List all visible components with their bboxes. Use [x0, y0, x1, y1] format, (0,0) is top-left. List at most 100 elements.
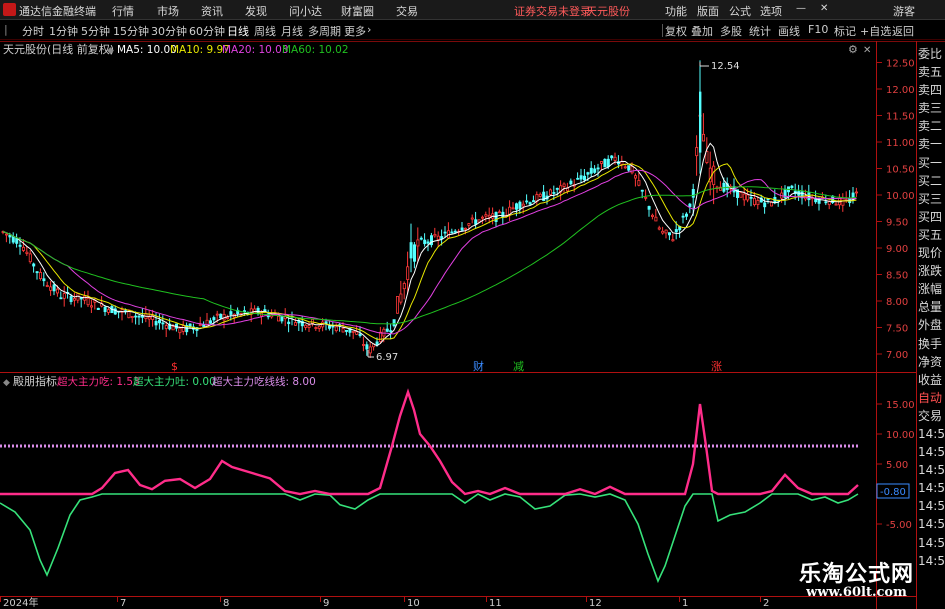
- candle-body: [392, 319, 396, 327]
- sidebar-item-turnover[interactable]: 换手: [918, 335, 945, 353]
- overlay-button[interactable]: 叠加: [691, 23, 713, 39]
- sidebar-item-outer[interactable]: 外盘: [918, 316, 945, 334]
- menu-item-hangqing[interactable]: 行情: [112, 3, 134, 19]
- tab-15min[interactable]: 15分钟: [113, 23, 149, 39]
- menu-item-jiaoyi[interactable]: 交易: [396, 3, 418, 19]
- add-favorite-button[interactable]: +自选: [860, 23, 891, 39]
- close-icon[interactable]: ✕: [820, 3, 828, 14]
- candle-body: [402, 283, 406, 290]
- sidebar-time-row: 14:56: [918, 445, 945, 460]
- candle-body: [355, 331, 359, 335]
- menu-item-caifuquan[interactable]: 财富圈: [341, 3, 374, 19]
- candle-body: [827, 201, 831, 206]
- event-marker-finance[interactable]: 财: [473, 359, 484, 373]
- f10-button[interactable]: F10: [808, 23, 828, 36]
- candle-body: [35, 271, 39, 274]
- sidebar-item-buy4[interactable]: 买四: [918, 208, 945, 226]
- candle-body: [307, 325, 311, 328]
- tab-multi-period[interactable]: 多周期: [308, 23, 341, 39]
- price-tick-label: 12.50: [886, 59, 915, 70]
- sidebar-item-sell3[interactable]: 卖三: [918, 99, 945, 117]
- menu-item-faxian[interactable]: 发现: [245, 3, 267, 19]
- sidebar-item-sell2[interactable]: 卖二: [918, 117, 945, 135]
- sidebar-item-weibi[interactable]: 委比: [918, 45, 945, 63]
- sidebar-item-change-pct[interactable]: 涨幅: [918, 280, 945, 298]
- sidebar-item-buy3[interactable]: 买三: [918, 190, 945, 208]
- event-marker-reduce[interactable]: 减: [513, 360, 524, 373]
- candle-body: [579, 175, 583, 180]
- menu-item-gongneng[interactable]: 功能: [665, 3, 687, 19]
- multi-stock-button[interactable]: 多股: [720, 23, 742, 39]
- sidebar-item-trade[interactable]: 交易: [918, 407, 945, 425]
- close-panel-icon[interactable]: ✕: [863, 45, 871, 56]
- menu-item-zixun[interactable]: 资讯: [201, 3, 223, 19]
- candle-body: [276, 315, 280, 322]
- stats-button[interactable]: 统计: [749, 23, 771, 39]
- candle-body: [351, 330, 355, 333]
- ma-toggle-icon[interactable]: ◆: [107, 46, 114, 56]
- indicator-name[interactable]: 殿朋指标: [13, 374, 57, 388]
- minimize-icon[interactable]: —: [796, 3, 806, 14]
- candle-body: [651, 214, 655, 217]
- tab-weekly[interactable]: 周线: [254, 23, 276, 39]
- tab-monthly[interactable]: 月线: [281, 23, 303, 39]
- sidebar-item-price[interactable]: 现价: [918, 244, 945, 262]
- back-button[interactable]: 返回: [892, 23, 914, 39]
- menu-item-shichang[interactable]: 市场: [157, 3, 179, 19]
- fuquan-button[interactable]: 复权: [665, 23, 687, 39]
- candle-body: [229, 311, 233, 315]
- eat-label: 超大主力吃: 1.53: [57, 375, 140, 388]
- sidebar-item-volume[interactable]: 总量: [918, 298, 945, 316]
- tab-daily[interactable]: 日线: [227, 23, 249, 39]
- sidebar-item-buy1[interactable]: 买一: [918, 154, 945, 172]
- sidebar-time-row: 14:56: [918, 517, 945, 532]
- price-tick-label: 10.00: [886, 191, 915, 202]
- tab-fenshi[interactable]: 分时: [22, 23, 44, 39]
- more-chevron-icon[interactable]: ›: [367, 23, 371, 36]
- sidebar-item-net-asset[interactable]: 净资: [918, 353, 945, 371]
- menu-item-wenxiaoda[interactable]: 问小达: [289, 3, 322, 19]
- menu-item-xuanxiang[interactable]: 选项: [760, 3, 782, 19]
- menu-item-banmian[interactable]: 版面: [697, 3, 719, 19]
- sidebar-item-buy2[interactable]: 买二: [918, 172, 945, 190]
- login-status[interactable]: 证券交易未登录: [514, 3, 591, 19]
- menu-item-gongshi[interactable]: 公式: [729, 3, 751, 19]
- candle-body: [86, 297, 90, 306]
- candle-body: [600, 161, 604, 164]
- tab-1min[interactable]: 1分钟: [49, 23, 78, 39]
- candle-body: [59, 297, 63, 300]
- candle-body: [647, 206, 651, 210]
- tab-5min[interactable]: 5分钟: [81, 23, 110, 39]
- candle-body: [654, 216, 658, 222]
- candle-body: [56, 288, 60, 294]
- indicator-toggle-icon[interactable]: ◆: [3, 378, 10, 388]
- tab-60min[interactable]: 60分钟: [189, 23, 225, 39]
- sidebar-item-sell4[interactable]: 卖四: [918, 81, 945, 99]
- app-logo-icon: [3, 3, 16, 16]
- candle-body: [603, 158, 607, 168]
- mark-button[interactable]: 标记: [834, 23, 856, 39]
- kline-chart[interactable]: 天元股份(日线 前复权) ◆ MA5: 10.00 MA10: 9.97 MA2…: [0, 41, 945, 609]
- candle-body: [107, 309, 111, 313]
- settings-gear-icon[interactable]: ⚙: [848, 43, 858, 56]
- sidebar-item-buy5[interactable]: 买五: [918, 226, 945, 244]
- candle-body: [668, 232, 672, 236]
- candle-body: [521, 203, 525, 207]
- user-label[interactable]: 游客: [893, 3, 915, 19]
- indicator-tick-label: 15.00: [886, 400, 915, 411]
- sidebar-item-auto[interactable]: 自动: [918, 389, 945, 407]
- price-tick-label: 10.50: [886, 165, 915, 176]
- event-marker-dollar[interactable]: $: [171, 360, 178, 373]
- tab-30min[interactable]: 30分钟: [151, 23, 187, 39]
- sidebar-item-sell5[interactable]: 卖五: [918, 63, 945, 81]
- candle-body: [334, 326, 338, 332]
- candle-body: [49, 286, 53, 291]
- candle-body: [691, 189, 695, 198]
- draw-line-button[interactable]: 画线: [778, 23, 800, 39]
- event-marker-limit-up[interactable]: 涨: [711, 360, 722, 373]
- sidebar-item-change[interactable]: 涨跌: [918, 262, 945, 280]
- tab-more[interactable]: 更多: [344, 23, 366, 39]
- candle-body: [634, 175, 638, 179]
- sidebar-item-sell1[interactable]: 卖一: [918, 135, 945, 153]
- sidebar-item-earnings[interactable]: 收益: [918, 371, 945, 389]
